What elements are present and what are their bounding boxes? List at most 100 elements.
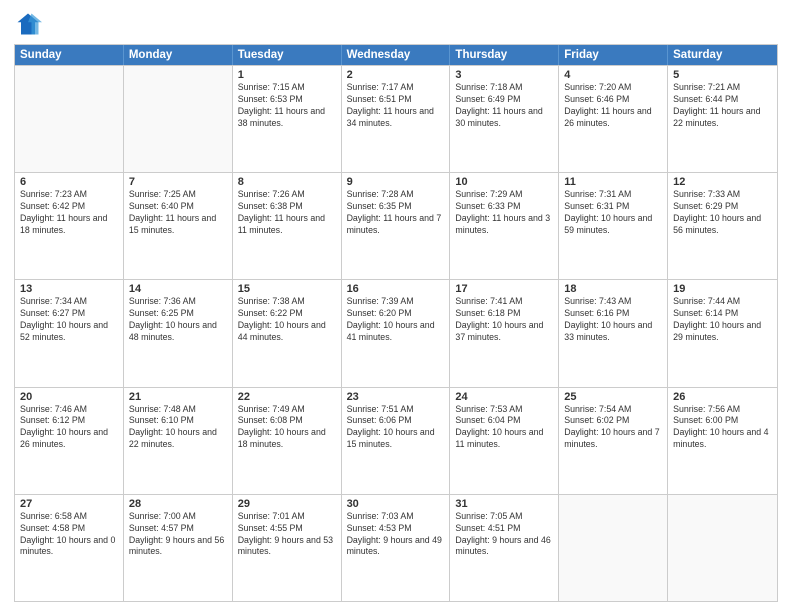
cell-text: Sunrise: 7:51 AM Sunset: 6:06 PM Dayligh… <box>347 404 445 452</box>
day-number: 13 <box>20 283 118 295</box>
cell-text: Sunrise: 7:46 AM Sunset: 6:12 PM Dayligh… <box>20 404 118 452</box>
calendar-cell <box>124 66 233 172</box>
header-cell-friday: Friday <box>559 45 668 65</box>
day-number: 4 <box>564 69 662 81</box>
calendar-cell: 5Sunrise: 7:21 AM Sunset: 6:44 PM Daylig… <box>668 66 777 172</box>
calendar-cell: 9Sunrise: 7:28 AM Sunset: 6:35 PM Daylig… <box>342 173 451 279</box>
cell-text: Sunrise: 7:21 AM Sunset: 6:44 PM Dayligh… <box>673 82 772 130</box>
day-number: 31 <box>455 498 553 510</box>
header-cell-thursday: Thursday <box>450 45 559 65</box>
day-number: 9 <box>347 176 445 188</box>
cell-text: Sunrise: 7:26 AM Sunset: 6:38 PM Dayligh… <box>238 189 336 237</box>
day-number: 18 <box>564 283 662 295</box>
day-number: 16 <box>347 283 445 295</box>
cell-text: Sunrise: 6:58 AM Sunset: 4:58 PM Dayligh… <box>20 511 118 559</box>
cell-text: Sunrise: 7:54 AM Sunset: 6:02 PM Dayligh… <box>564 404 662 452</box>
day-number: 22 <box>238 391 336 403</box>
calendar-row-0: 1Sunrise: 7:15 AM Sunset: 6:53 PM Daylig… <box>15 65 777 172</box>
day-number: 28 <box>129 498 227 510</box>
calendar-cell: 18Sunrise: 7:43 AM Sunset: 6:16 PM Dayli… <box>559 280 668 386</box>
day-number: 27 <box>20 498 118 510</box>
calendar-cell: 17Sunrise: 7:41 AM Sunset: 6:18 PM Dayli… <box>450 280 559 386</box>
cell-text: Sunrise: 7:25 AM Sunset: 6:40 PM Dayligh… <box>129 189 227 237</box>
cell-text: Sunrise: 7:38 AM Sunset: 6:22 PM Dayligh… <box>238 296 336 344</box>
header <box>14 10 778 38</box>
day-number: 14 <box>129 283 227 295</box>
calendar-cell: 12Sunrise: 7:33 AM Sunset: 6:29 PM Dayli… <box>668 173 777 279</box>
page: SundayMondayTuesdayWednesdayThursdayFrid… <box>0 0 792 612</box>
cell-text: Sunrise: 7:48 AM Sunset: 6:10 PM Dayligh… <box>129 404 227 452</box>
calendar-cell: 15Sunrise: 7:38 AM Sunset: 6:22 PM Dayli… <box>233 280 342 386</box>
day-number: 6 <box>20 176 118 188</box>
calendar-cell <box>668 495 777 601</box>
calendar-cell <box>559 495 668 601</box>
calendar-body: 1Sunrise: 7:15 AM Sunset: 6:53 PM Daylig… <box>15 65 777 601</box>
calendar-cell: 6Sunrise: 7:23 AM Sunset: 6:42 PM Daylig… <box>15 173 124 279</box>
calendar-cell: 19Sunrise: 7:44 AM Sunset: 6:14 PM Dayli… <box>668 280 777 386</box>
cell-text: Sunrise: 7:20 AM Sunset: 6:46 PM Dayligh… <box>564 82 662 130</box>
header-cell-saturday: Saturday <box>668 45 777 65</box>
day-number: 17 <box>455 283 553 295</box>
calendar-cell: 27Sunrise: 6:58 AM Sunset: 4:58 PM Dayli… <box>15 495 124 601</box>
day-number: 26 <box>673 391 772 403</box>
calendar-cell: 30Sunrise: 7:03 AM Sunset: 4:53 PM Dayli… <box>342 495 451 601</box>
day-number: 23 <box>347 391 445 403</box>
calendar-cell: 20Sunrise: 7:46 AM Sunset: 6:12 PM Dayli… <box>15 388 124 494</box>
day-number: 15 <box>238 283 336 295</box>
header-cell-wednesday: Wednesday <box>342 45 451 65</box>
cell-text: Sunrise: 7:31 AM Sunset: 6:31 PM Dayligh… <box>564 189 662 237</box>
cell-text: Sunrise: 7:01 AM Sunset: 4:55 PM Dayligh… <box>238 511 336 559</box>
day-number: 29 <box>238 498 336 510</box>
calendar-cell: 16Sunrise: 7:39 AM Sunset: 6:20 PM Dayli… <box>342 280 451 386</box>
day-number: 21 <box>129 391 227 403</box>
calendar-cell: 4Sunrise: 7:20 AM Sunset: 6:46 PM Daylig… <box>559 66 668 172</box>
cell-text: Sunrise: 7:44 AM Sunset: 6:14 PM Dayligh… <box>673 296 772 344</box>
day-number: 1 <box>238 69 336 81</box>
day-number: 10 <box>455 176 553 188</box>
calendar-row-1: 6Sunrise: 7:23 AM Sunset: 6:42 PM Daylig… <box>15 172 777 279</box>
day-number: 8 <box>238 176 336 188</box>
calendar-cell: 22Sunrise: 7:49 AM Sunset: 6:08 PM Dayli… <box>233 388 342 494</box>
calendar-cell: 7Sunrise: 7:25 AM Sunset: 6:40 PM Daylig… <box>124 173 233 279</box>
calendar-cell: 2Sunrise: 7:17 AM Sunset: 6:51 PM Daylig… <box>342 66 451 172</box>
cell-text: Sunrise: 7:18 AM Sunset: 6:49 PM Dayligh… <box>455 82 553 130</box>
cell-text: Sunrise: 7:03 AM Sunset: 4:53 PM Dayligh… <box>347 511 445 559</box>
cell-text: Sunrise: 7:33 AM Sunset: 6:29 PM Dayligh… <box>673 189 772 237</box>
calendar-row-3: 20Sunrise: 7:46 AM Sunset: 6:12 PM Dayli… <box>15 387 777 494</box>
day-number: 19 <box>673 283 772 295</box>
cell-text: Sunrise: 7:23 AM Sunset: 6:42 PM Dayligh… <box>20 189 118 237</box>
day-number: 11 <box>564 176 662 188</box>
day-number: 3 <box>455 69 553 81</box>
calendar-cell: 8Sunrise: 7:26 AM Sunset: 6:38 PM Daylig… <box>233 173 342 279</box>
cell-text: Sunrise: 7:36 AM Sunset: 6:25 PM Dayligh… <box>129 296 227 344</box>
cell-text: Sunrise: 7:43 AM Sunset: 6:16 PM Dayligh… <box>564 296 662 344</box>
calendar-cell: 29Sunrise: 7:01 AM Sunset: 4:55 PM Dayli… <box>233 495 342 601</box>
day-number: 2 <box>347 69 445 81</box>
calendar-cell: 24Sunrise: 7:53 AM Sunset: 6:04 PM Dayli… <box>450 388 559 494</box>
calendar-header: SundayMondayTuesdayWednesdayThursdayFrid… <box>15 45 777 65</box>
cell-text: Sunrise: 7:39 AM Sunset: 6:20 PM Dayligh… <box>347 296 445 344</box>
header-cell-sunday: Sunday <box>15 45 124 65</box>
day-number: 5 <box>673 69 772 81</box>
calendar-cell <box>15 66 124 172</box>
cell-text: Sunrise: 7:29 AM Sunset: 6:33 PM Dayligh… <box>455 189 553 237</box>
header-cell-monday: Monday <box>124 45 233 65</box>
calendar-cell: 11Sunrise: 7:31 AM Sunset: 6:31 PM Dayli… <box>559 173 668 279</box>
calendar-cell: 1Sunrise: 7:15 AM Sunset: 6:53 PM Daylig… <box>233 66 342 172</box>
cell-text: Sunrise: 7:49 AM Sunset: 6:08 PM Dayligh… <box>238 404 336 452</box>
day-number: 7 <box>129 176 227 188</box>
calendar-cell: 26Sunrise: 7:56 AM Sunset: 6:00 PM Dayli… <box>668 388 777 494</box>
day-number: 25 <box>564 391 662 403</box>
logo <box>14 10 46 38</box>
calendar-row-4: 27Sunrise: 6:58 AM Sunset: 4:58 PM Dayli… <box>15 494 777 601</box>
calendar-cell: 3Sunrise: 7:18 AM Sunset: 6:49 PM Daylig… <box>450 66 559 172</box>
cell-text: Sunrise: 7:34 AM Sunset: 6:27 PM Dayligh… <box>20 296 118 344</box>
day-number: 24 <box>455 391 553 403</box>
calendar-cell: 21Sunrise: 7:48 AM Sunset: 6:10 PM Dayli… <box>124 388 233 494</box>
cell-text: Sunrise: 7:15 AM Sunset: 6:53 PM Dayligh… <box>238 82 336 130</box>
day-number: 12 <box>673 176 772 188</box>
calendar-cell: 13Sunrise: 7:34 AM Sunset: 6:27 PM Dayli… <box>15 280 124 386</box>
calendar-cell: 14Sunrise: 7:36 AM Sunset: 6:25 PM Dayli… <box>124 280 233 386</box>
cell-text: Sunrise: 7:41 AM Sunset: 6:18 PM Dayligh… <box>455 296 553 344</box>
calendar: SundayMondayTuesdayWednesdayThursdayFrid… <box>14 44 778 602</box>
